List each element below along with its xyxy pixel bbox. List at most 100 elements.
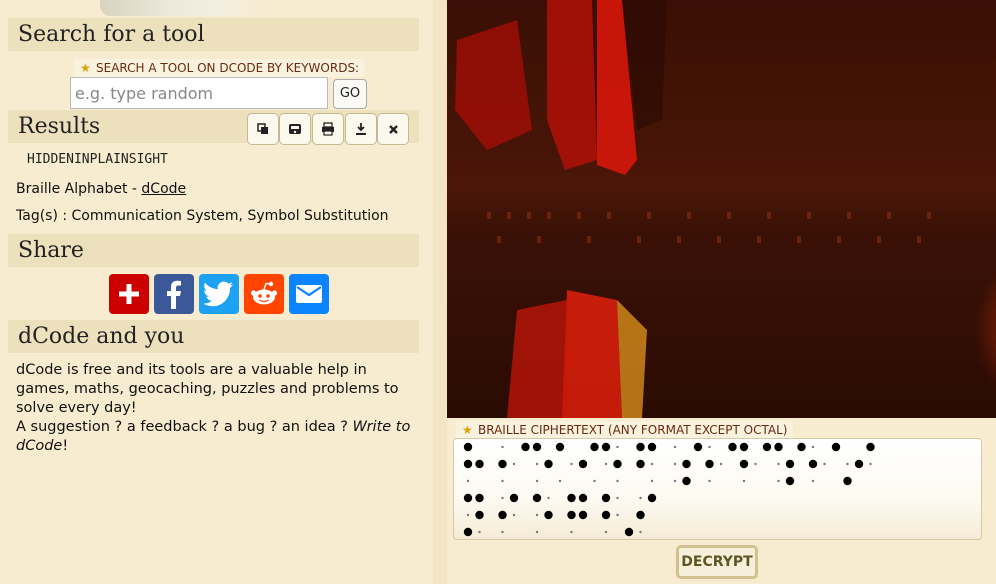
braille-dot [613,459,622,469]
braille-dot [616,496,619,500]
star-icon: ★ [462,423,473,437]
braille-dot [728,442,737,452]
braille-dot [739,442,749,452]
braille-dot [636,510,645,520]
decrypt-button[interactable]: DECRYPT [676,545,758,579]
braille-dot [578,493,588,503]
share-heading: Share [8,234,419,267]
braille-dot [811,445,815,449]
save-icon [289,124,301,134]
source-image [447,0,996,418]
result-source: Braille Alphabet - dCode [16,181,187,197]
about-heading: dCode and you [8,320,419,353]
braille-dot [774,442,783,452]
braille-dot [682,459,691,469]
braille-dot [570,530,573,534]
go-button[interactable]: GO [333,79,367,109]
braille-dot [823,462,826,466]
braille-dot [570,462,573,466]
braille-dot [673,479,677,483]
add-icon [119,284,139,304]
braille-dot [555,442,565,452]
braille-dot [854,459,864,469]
result-tags: Tag(s) : Communication System, Symbol Su… [16,208,389,224]
braille-dot [509,493,519,503]
save-button[interactable] [279,113,311,145]
logo-image [100,0,270,16]
braille-dot [578,510,588,520]
clear-button[interactable] [377,113,409,145]
braille-dot [742,479,746,483]
braille-dot [797,442,806,452]
share-reddit-button[interactable] [244,274,284,314]
braille-dot [535,513,539,517]
braille-dot [463,442,473,452]
braille-dot [650,479,654,483]
download-button[interactable] [345,113,377,145]
braille-dot [693,442,703,452]
braille-dot [521,442,530,452]
braille-dot [777,462,780,466]
braille-dot [777,479,780,483]
braille-dot [616,513,619,517]
star-icon: ★ [80,61,91,75]
braille-dot [547,496,550,500]
twitter-icon [204,281,233,307]
result-output: HIDDENINPLAINSIGHT [27,152,168,167]
share-twitter-button[interactable] [199,274,239,314]
braille-dot [808,459,818,469]
braille-dot [650,462,654,466]
braille-dot [866,442,875,452]
braille-dot [466,513,470,517]
braille-dot [558,479,562,483]
braille-dot [535,530,539,534]
braille-dot [567,510,576,520]
braille-dot [501,496,504,500]
braille-dot [785,459,795,469]
braille-dot [719,462,723,466]
braille-dot [762,442,772,452]
braille-dot [532,493,542,503]
braille-dot [616,445,619,449]
email-icon [296,285,322,303]
braille-dot [512,462,516,466]
braille-dot [466,479,470,483]
braille-dot [463,459,473,469]
braille-dot [647,493,657,503]
braille-dot [532,442,542,452]
braille-dot [647,442,657,452]
column-divider [433,0,447,584]
braille-dot [831,442,841,452]
braille-dot [501,479,504,483]
braille-dot [785,476,795,486]
braille-dot [544,459,553,469]
search-input[interactable] [70,77,328,109]
braille-dot [463,493,473,503]
braille-dot [463,527,473,537]
print-icon [322,122,334,136]
braille-dot [535,479,539,483]
braille-dot [512,513,516,517]
braille-dot [869,462,872,466]
braille-dot [811,479,815,483]
braille-dot [501,445,504,449]
close-icon [388,124,398,134]
share-add-button[interactable] [109,274,149,314]
braille-dot [708,479,711,483]
braille-ciphertext [463,442,875,537]
search-heading: Search for a tool [8,18,419,51]
dcode-link[interactable]: dCode [141,181,186,197]
share-facebook-button[interactable] [154,274,194,314]
print-button[interactable] [312,113,344,145]
ciphertext-input[interactable] [453,438,982,540]
braille-dot [601,510,611,520]
braille-dot [754,462,757,466]
copy-button[interactable] [247,113,279,145]
copy-icon [257,123,268,134]
braille-photo [455,0,931,418]
braille-dot [739,459,749,469]
braille-dot [843,476,852,486]
braille-dot [705,459,714,469]
braille-dot [604,462,608,466]
share-email-button[interactable] [289,274,329,314]
